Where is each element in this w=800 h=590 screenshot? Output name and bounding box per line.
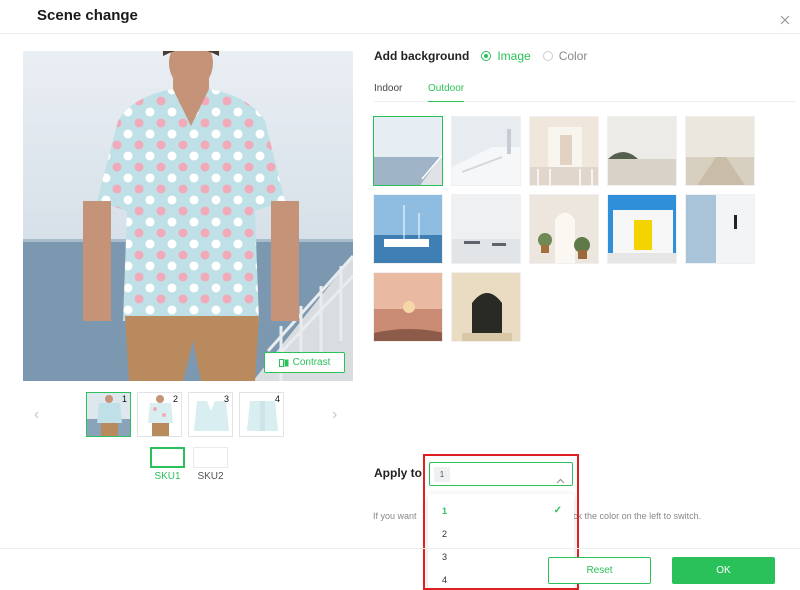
- scene-tile-plants-archway[interactable]: [529, 194, 599, 264]
- preview-image: [23, 51, 353, 381]
- scene-tile-white-balcony-door[interactable]: [685, 194, 755, 264]
- selected-tag: 1: [434, 467, 450, 482]
- ok-button[interactable]: OK: [672, 557, 775, 584]
- compare-icon: [278, 358, 289, 368]
- option-label: 4: [442, 574, 448, 585]
- scene-change-dialog: Scene change Contrast ‹ › 1 2 3 4 SKU1 S…: [0, 0, 800, 590]
- option-label: 2: [442, 528, 448, 539]
- radio-color-label: Color: [558, 49, 588, 63]
- thumbnail-3[interactable]: 3: [188, 392, 233, 437]
- sku-label: SKU1: [154, 471, 181, 482]
- add-background-row: Add background Image Color: [374, 49, 587, 63]
- option-label: 1: [442, 505, 448, 516]
- sku-selector: SKU1 SKU2: [150, 447, 228, 482]
- thumbnail-4[interactable]: 4: [239, 392, 284, 437]
- apply-to-select[interactable]: 1: [429, 462, 573, 486]
- hint-text-start: If you want: [373, 511, 417, 521]
- option-label: 3: [442, 551, 448, 562]
- thumbnail-2[interactable]: 2: [137, 392, 182, 437]
- sku-swatch: [150, 447, 185, 468]
- radio-dot: [542, 51, 553, 61]
- sku-label: SKU2: [197, 471, 224, 482]
- title-divider: [0, 33, 800, 34]
- sku-2[interactable]: SKU2: [193, 447, 228, 482]
- dialog-title: Scene change: [37, 7, 138, 24]
- scene-tile-arched-doorway[interactable]: [451, 272, 521, 342]
- scene-tile-yacht-harbor[interactable]: [373, 194, 443, 264]
- close-icon[interactable]: [778, 13, 792, 27]
- footer-divider: [0, 548, 800, 549]
- scene-tile-sunset-beach[interactable]: [373, 272, 443, 342]
- scene-tile-long-pier[interactable]: [685, 116, 755, 186]
- add-background-label: Add background: [374, 49, 470, 63]
- scene-tile-arch-balcony[interactable]: [529, 116, 599, 186]
- dropdown-option-2[interactable]: 2: [428, 522, 574, 545]
- contrast-label: Contrast: [292, 357, 331, 368]
- contrast-button[interactable]: Contrast: [264, 352, 345, 373]
- scene-tile-beach-rocks[interactable]: [607, 116, 677, 186]
- reset-button[interactable]: Reset: [548, 557, 651, 584]
- check-icon: ✓: [553, 505, 562, 516]
- thumbnail-1[interactable]: 1: [86, 392, 131, 437]
- tab-indoor[interactable]: Indoor: [374, 82, 402, 102]
- scene-tile-white-steps[interactable]: [451, 116, 521, 186]
- radio-image-label: Image: [497, 49, 531, 63]
- scene-tile-misty-boats[interactable]: [451, 194, 521, 264]
- dropdown-option-1[interactable]: 1 ✓: [428, 499, 574, 522]
- radio-color[interactable]: Color: [542, 49, 588, 63]
- chevron-right-icon[interactable]: ›: [332, 406, 337, 424]
- apply-to-label: Apply to: [374, 466, 422, 480]
- tab-outdoor[interactable]: Outdoor: [428, 82, 465, 102]
- chevron-left-icon[interactable]: ‹: [34, 406, 39, 424]
- sku-1[interactable]: SKU1: [150, 447, 185, 482]
- radio-image[interactable]: Image: [481, 49, 531, 63]
- radio-dot: [481, 51, 492, 61]
- thumbnail-strip: 1 2 3 4: [86, 392, 284, 437]
- sku-swatch: [193, 447, 228, 468]
- chevron-up-icon: [556, 471, 565, 489]
- scene-tile-yellow-door[interactable]: [607, 194, 677, 264]
- scene-tabs: Indoor Outdoor: [374, 82, 796, 102]
- scene-tile-pier-sea[interactable]: [373, 116, 443, 186]
